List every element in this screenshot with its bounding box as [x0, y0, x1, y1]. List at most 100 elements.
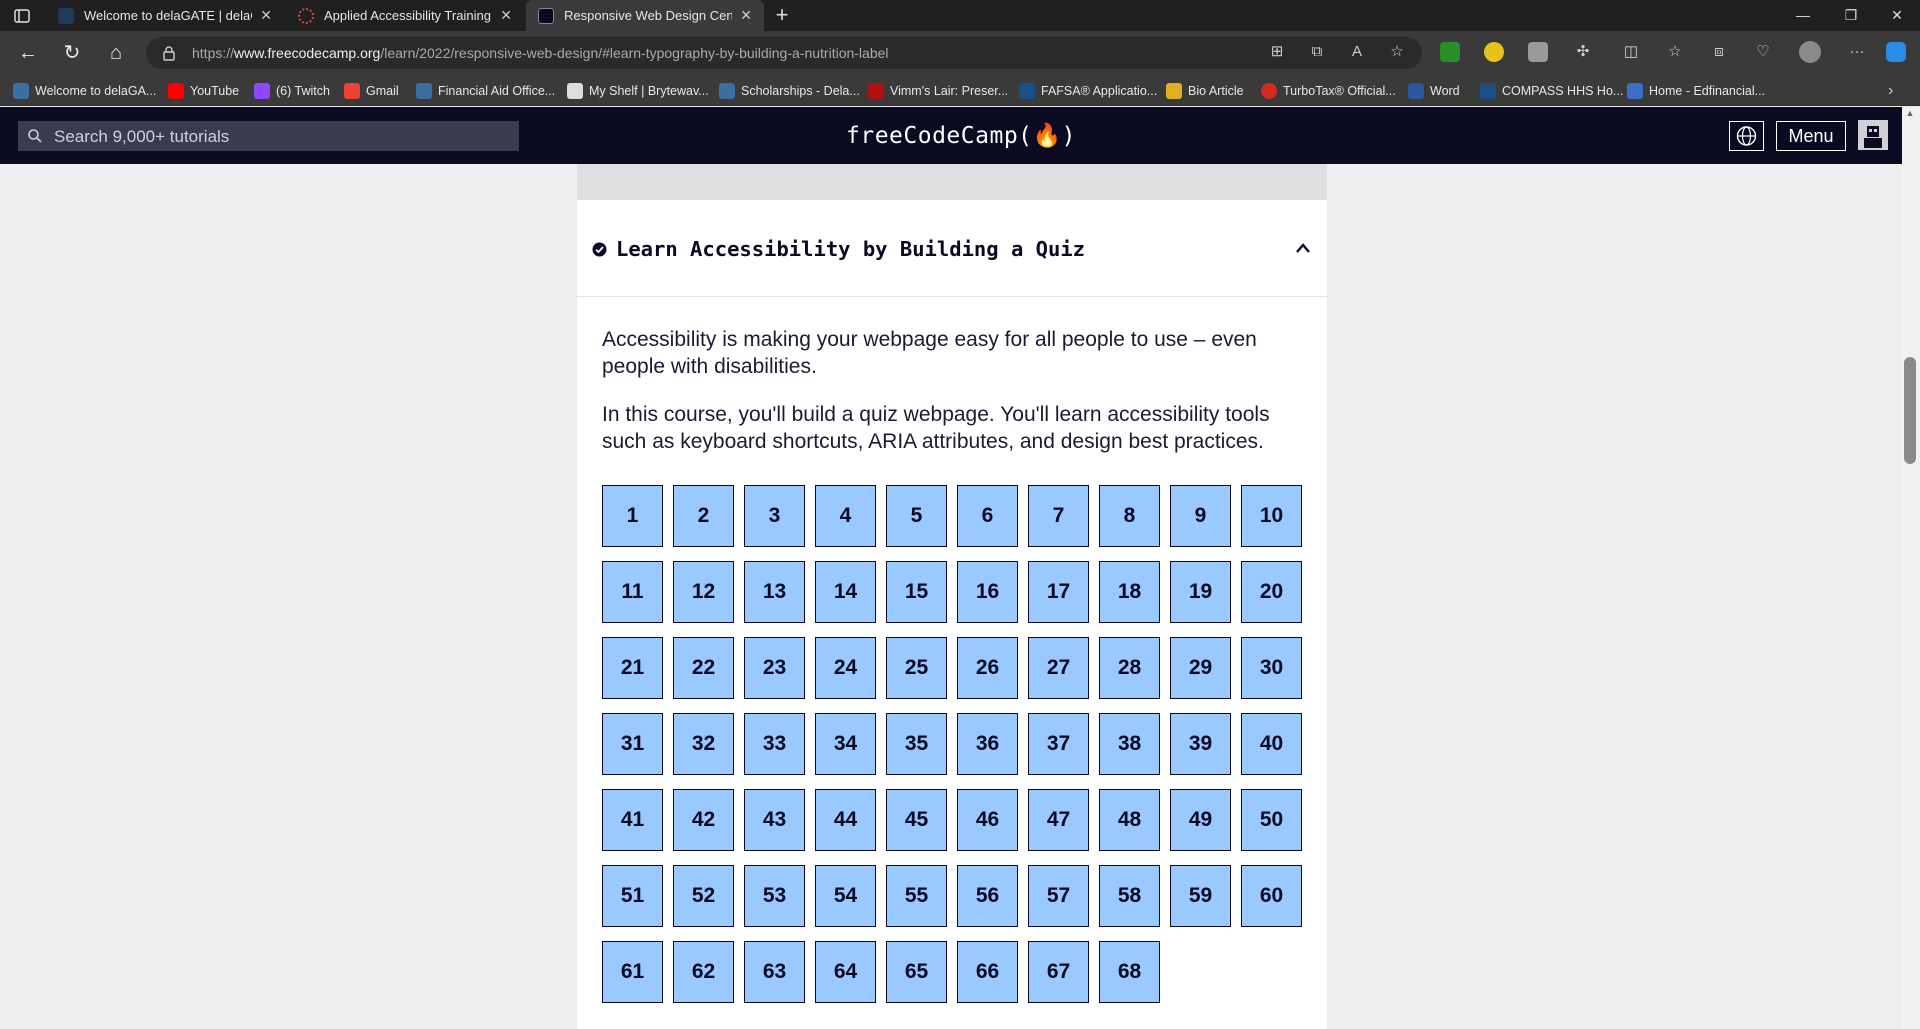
step-button[interactable]: 49: [1170, 789, 1231, 851]
step-button[interactable]: 35: [886, 713, 947, 775]
new-tab-icon[interactable]: +: [770, 3, 794, 27]
step-button[interactable]: 4: [815, 485, 876, 547]
bookmark-item[interactable]: Home - Edfinancial...: [1627, 81, 1765, 101]
step-button[interactable]: 24: [815, 637, 876, 699]
step-button[interactable]: 50: [1241, 789, 1302, 851]
scroll-up-icon[interactable]: ▲: [1904, 108, 1916, 120]
step-button[interactable]: 41: [602, 789, 663, 851]
step-button[interactable]: 62: [673, 941, 734, 1003]
step-button[interactable]: 39: [1170, 713, 1231, 775]
restore-icon[interactable]: ❐: [1828, 0, 1874, 31]
step-button[interactable]: 6: [957, 485, 1018, 547]
browser-essentials-icon[interactable]: ♡: [1752, 41, 1774, 63]
step-button[interactable]: 65: [886, 941, 947, 1003]
step-button[interactable]: 3: [744, 485, 805, 547]
step-button[interactable]: 2: [673, 485, 734, 547]
step-button[interactable]: 53: [744, 865, 805, 927]
step-button[interactable]: 31: [602, 713, 663, 775]
bookmark-folder[interactable]: Bio Article: [1166, 81, 1244, 101]
step-button[interactable]: 58: [1099, 865, 1160, 927]
step-button[interactable]: 59: [1170, 865, 1231, 927]
block-header[interactable]: Learn Accessibility by Building a Quiz: [577, 200, 1327, 297]
bookmark-item[interactable]: TurboTax® Official...: [1261, 81, 1396, 101]
step-button[interactable]: 43: [744, 789, 805, 851]
read-aloud-icon[interactable]: A: [1346, 41, 1368, 63]
close-window-icon[interactable]: ✕: [1874, 0, 1920, 31]
bookmark-item[interactable]: Welcome to delaGA...: [13, 81, 156, 101]
step-button[interactable]: 16: [957, 561, 1018, 623]
step-button[interactable]: 40: [1241, 713, 1302, 775]
chevron-up-icon[interactable]: [1295, 242, 1311, 254]
apps-icon[interactable]: ⊞: [1266, 41, 1288, 63]
step-button[interactable]: 38: [1099, 713, 1160, 775]
step-button[interactable]: 57: [1028, 865, 1089, 927]
step-button[interactable]: 11: [602, 561, 663, 623]
favorites-icon[interactable]: ☆: [1664, 41, 1686, 63]
step-button[interactable]: 63: [744, 941, 805, 1003]
close-tab-icon[interactable]: ✕: [260, 7, 272, 24]
step-button[interactable]: 46: [957, 789, 1018, 851]
step-button[interactable]: 20: [1241, 561, 1302, 623]
address-bar[interactable]: https://www.freecodecamp.org/learn/2022/…: [146, 37, 1422, 69]
step-button[interactable]: 34: [815, 713, 876, 775]
browser-tab-freecodecamp[interactable]: Responsive Web Design Certification ✕: [526, 0, 764, 31]
extension-check-icon[interactable]: [1440, 42, 1460, 62]
bookmark-item[interactable]: Word: [1408, 81, 1460, 101]
step-button[interactable]: 60: [1241, 865, 1302, 927]
close-tab-icon[interactable]: ✕: [740, 7, 752, 24]
step-button[interactable]: 18: [1099, 561, 1160, 623]
step-button[interactable]: 9: [1170, 485, 1231, 547]
extension-gray-icon[interactable]: [1528, 42, 1548, 62]
bookmark-item[interactable]: FAFSA® Applicatio...: [1019, 81, 1157, 101]
bookmark-item[interactable]: My Shelf | Brytewav...: [567, 81, 709, 101]
bookmark-item[interactable]: COMPASS HHS Ho...: [1480, 81, 1623, 101]
step-button[interactable]: 47: [1028, 789, 1089, 851]
app-available-icon[interactable]: ⧉: [1306, 41, 1328, 63]
step-button[interactable]: 51: [602, 865, 663, 927]
bookmarks-overflow-icon[interactable]: ›: [1888, 81, 1893, 101]
step-button[interactable]: 15: [886, 561, 947, 623]
step-button[interactable]: 23: [744, 637, 805, 699]
step-button[interactable]: 28: [1099, 637, 1160, 699]
step-button[interactable]: 61: [602, 941, 663, 1003]
bookmark-item[interactable]: Gmail: [344, 81, 399, 101]
step-button[interactable]: 55: [886, 865, 947, 927]
step-button[interactable]: 68: [1099, 941, 1160, 1003]
bookmark-item[interactable]: Scholarships - Dela...: [719, 81, 860, 101]
step-button[interactable]: 30: [1241, 637, 1302, 699]
step-button[interactable]: 48: [1099, 789, 1160, 851]
step-button[interactable]: 32: [673, 713, 734, 775]
step-button[interactable]: 13: [744, 561, 805, 623]
step-button[interactable]: 44: [815, 789, 876, 851]
bookmark-item[interactable]: (6) Twitch: [254, 81, 330, 101]
collections-icon[interactable]: ⧈: [1708, 41, 1730, 63]
browser-tab-accessibility-training[interactable]: Applied Accessibility Training ✕: [286, 0, 524, 31]
step-button[interactable]: 45: [886, 789, 947, 851]
step-button[interactable]: 54: [815, 865, 876, 927]
step-button[interactable]: 67: [1028, 941, 1089, 1003]
step-button[interactable]: 12: [673, 561, 734, 623]
step-button[interactable]: 26: [957, 637, 1018, 699]
home-icon[interactable]: ⌂: [104, 41, 128, 65]
bookmark-item[interactable]: Financial Aid Office...: [416, 81, 555, 101]
extension-honey-icon[interactable]: [1484, 42, 1504, 62]
step-button[interactable]: 10: [1241, 485, 1302, 547]
step-button[interactable]: 66: [957, 941, 1018, 1003]
step-button[interactable]: 14: [815, 561, 876, 623]
search-input[interactable]: Search 9,000+ tutorials: [18, 121, 519, 151]
minimize-icon[interactable]: —: [1780, 0, 1826, 31]
refresh-icon[interactable]: ↻: [60, 41, 84, 65]
step-button[interactable]: 21: [602, 637, 663, 699]
step-button[interactable]: 52: [673, 865, 734, 927]
fcc-logo[interactable]: freeCodeCamp(🔥): [846, 122, 1076, 149]
step-button[interactable]: 7: [1028, 485, 1089, 547]
bookmark-item[interactable]: YouTube: [168, 81, 239, 101]
profile-icon[interactable]: [1799, 41, 1821, 63]
step-button[interactable]: 42: [673, 789, 734, 851]
close-tab-icon[interactable]: ✕: [500, 7, 512, 24]
extensions-puzzle-icon[interactable]: ✣: [1572, 41, 1594, 63]
bookmark-item[interactable]: Vimm's Lair: Preser...: [868, 81, 1008, 101]
step-button[interactable]: 1: [602, 485, 663, 547]
favorite-star-icon[interactable]: ☆: [1386, 41, 1408, 63]
page-scrollbar[interactable]: [1902, 107, 1920, 1029]
